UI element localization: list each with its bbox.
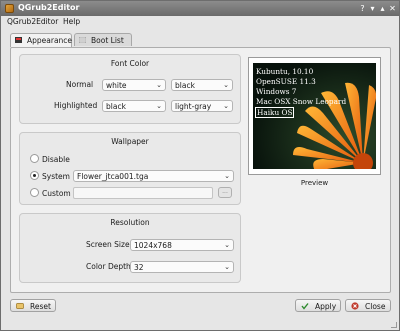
highlighted-bg-select[interactable]: light-gray ⌄ <box>171 100 233 112</box>
preview-image: Kubuntu, 10.10 OpenSUSE 11.3 Windows 7 M… <box>253 63 376 169</box>
menu-help[interactable]: Help <box>63 17 80 26</box>
chevron-down-icon: ⌄ <box>223 102 229 110</box>
appearance-pane: Font Color Normal white ⌄ black ⌄ Highli… <box>10 47 391 293</box>
disable-label: Disable <box>42 155 70 164</box>
font-color-group: Font Color Normal white ⌄ black ⌄ Highli… <box>19 54 241 124</box>
chevron-down-icon: ⌄ <box>224 263 230 271</box>
close-label: Close <box>365 302 386 311</box>
screen-size-value: 1024x768 <box>134 241 172 250</box>
normal-bg-select[interactable]: black ⌄ <box>171 79 233 91</box>
resolution-title: Resolution <box>110 218 150 227</box>
menu-qgrub2editor[interactable]: QGrub2Editor <box>7 17 58 26</box>
font-color-title: Font Color <box>110 59 150 68</box>
chevron-down-icon: ⌄ <box>223 81 229 89</box>
highlighted-fg-select[interactable]: black ⌄ <box>102 100 166 112</box>
main-window: QGrub2Editor ? ▾ ▴ ✕ QGrub2Editor Help A… <box>0 0 400 331</box>
window-title: QGrub2Editor <box>18 3 80 12</box>
system-label: System <box>42 172 70 181</box>
screen-size-label: Screen Size <box>86 240 130 249</box>
preview-entry: Mac OSX Snow Leopard <box>256 97 347 106</box>
highlighted-bg-value: light-gray <box>175 102 212 111</box>
tab-appearance[interactable]: Appearance <box>10 33 72 47</box>
chevron-down-icon: ⌄ <box>156 102 162 110</box>
browse-button[interactable]: ... <box>218 187 232 198</box>
title-bar[interactable]: QGrub2Editor ? ▾ ▴ ✕ <box>1 1 399 16</box>
custom-wallpaper-field[interactable] <box>73 187 213 199</box>
appearance-icon <box>15 37 22 43</box>
reset-button[interactable]: Reset <box>10 299 56 312</box>
wallpaper-title: Wallpaper <box>111 137 149 146</box>
close-circle-icon <box>351 302 359 310</box>
chevron-down-icon: ⌄ <box>224 241 230 249</box>
preview-entry: OpenSUSE 11.3 <box>256 77 316 86</box>
close-icon[interactable]: ✕ <box>387 3 398 14</box>
normal-bg-value: black <box>175 81 195 90</box>
wallpaper-group: Wallpaper Disable System Flower_jtca001.… <box>19 132 241 205</box>
highlighted-label: Highlighted <box>54 101 98 110</box>
disable-radio[interactable] <box>30 154 39 163</box>
close-button[interactable]: Close <box>345 299 391 312</box>
highlighted-fg-value: black <box>106 102 126 111</box>
tab-appearance-label: Appearance <box>27 36 73 45</box>
preview-entry: Windows 7 <box>256 87 297 96</box>
tab-boot-list-label: Boot List <box>91 36 124 45</box>
reset-icon <box>16 302 24 310</box>
resize-grip[interactable] <box>391 322 397 328</box>
screen-size-select[interactable]: 1024x768 ⌄ <box>130 239 234 251</box>
reset-label: Reset <box>30 302 51 311</box>
custom-radio[interactable] <box>30 188 39 197</box>
chevron-down-icon: ⌄ <box>224 172 230 180</box>
custom-label: Custom <box>42 189 71 198</box>
menu-bar: QGrub2Editor Help <box>1 16 399 28</box>
preview-caption: Preview <box>300 179 329 187</box>
preview-entry-selected: Haiku OS <box>255 107 295 118</box>
system-radio[interactable] <box>30 171 39 180</box>
resolution-group: Resolution Screen Size 1024x768 ⌄ Color … <box>19 213 241 283</box>
chevron-down-icon: ⌄ <box>156 81 162 89</box>
color-depth-value: 32 <box>134 263 144 272</box>
system-wallpaper-select[interactable]: Flower_jtca001.tga ⌄ <box>73 170 234 182</box>
apply-button[interactable]: Apply <box>295 299 341 312</box>
apply-label: Apply <box>315 302 337 311</box>
preview-frame: Kubuntu, 10.10 OpenSUSE 11.3 Windows 7 M… <box>248 57 381 175</box>
boot-list-icon <box>79 37 86 43</box>
color-depth-select[interactable]: 32 ⌄ <box>130 261 234 273</box>
tab-boot-list[interactable]: Boot List <box>74 33 132 46</box>
checkmark-icon <box>301 302 309 310</box>
system-wallpaper-value: Flower_jtca001.tga <box>77 172 149 181</box>
normal-fg-select[interactable]: white ⌄ <box>102 79 166 91</box>
normal-label: Normal <box>66 80 94 89</box>
color-depth-label: Color Depth <box>86 262 131 271</box>
app-icon <box>5 4 14 13</box>
preview-entry: Kubuntu, 10.10 <box>256 67 314 76</box>
normal-fg-value: white <box>106 81 127 90</box>
